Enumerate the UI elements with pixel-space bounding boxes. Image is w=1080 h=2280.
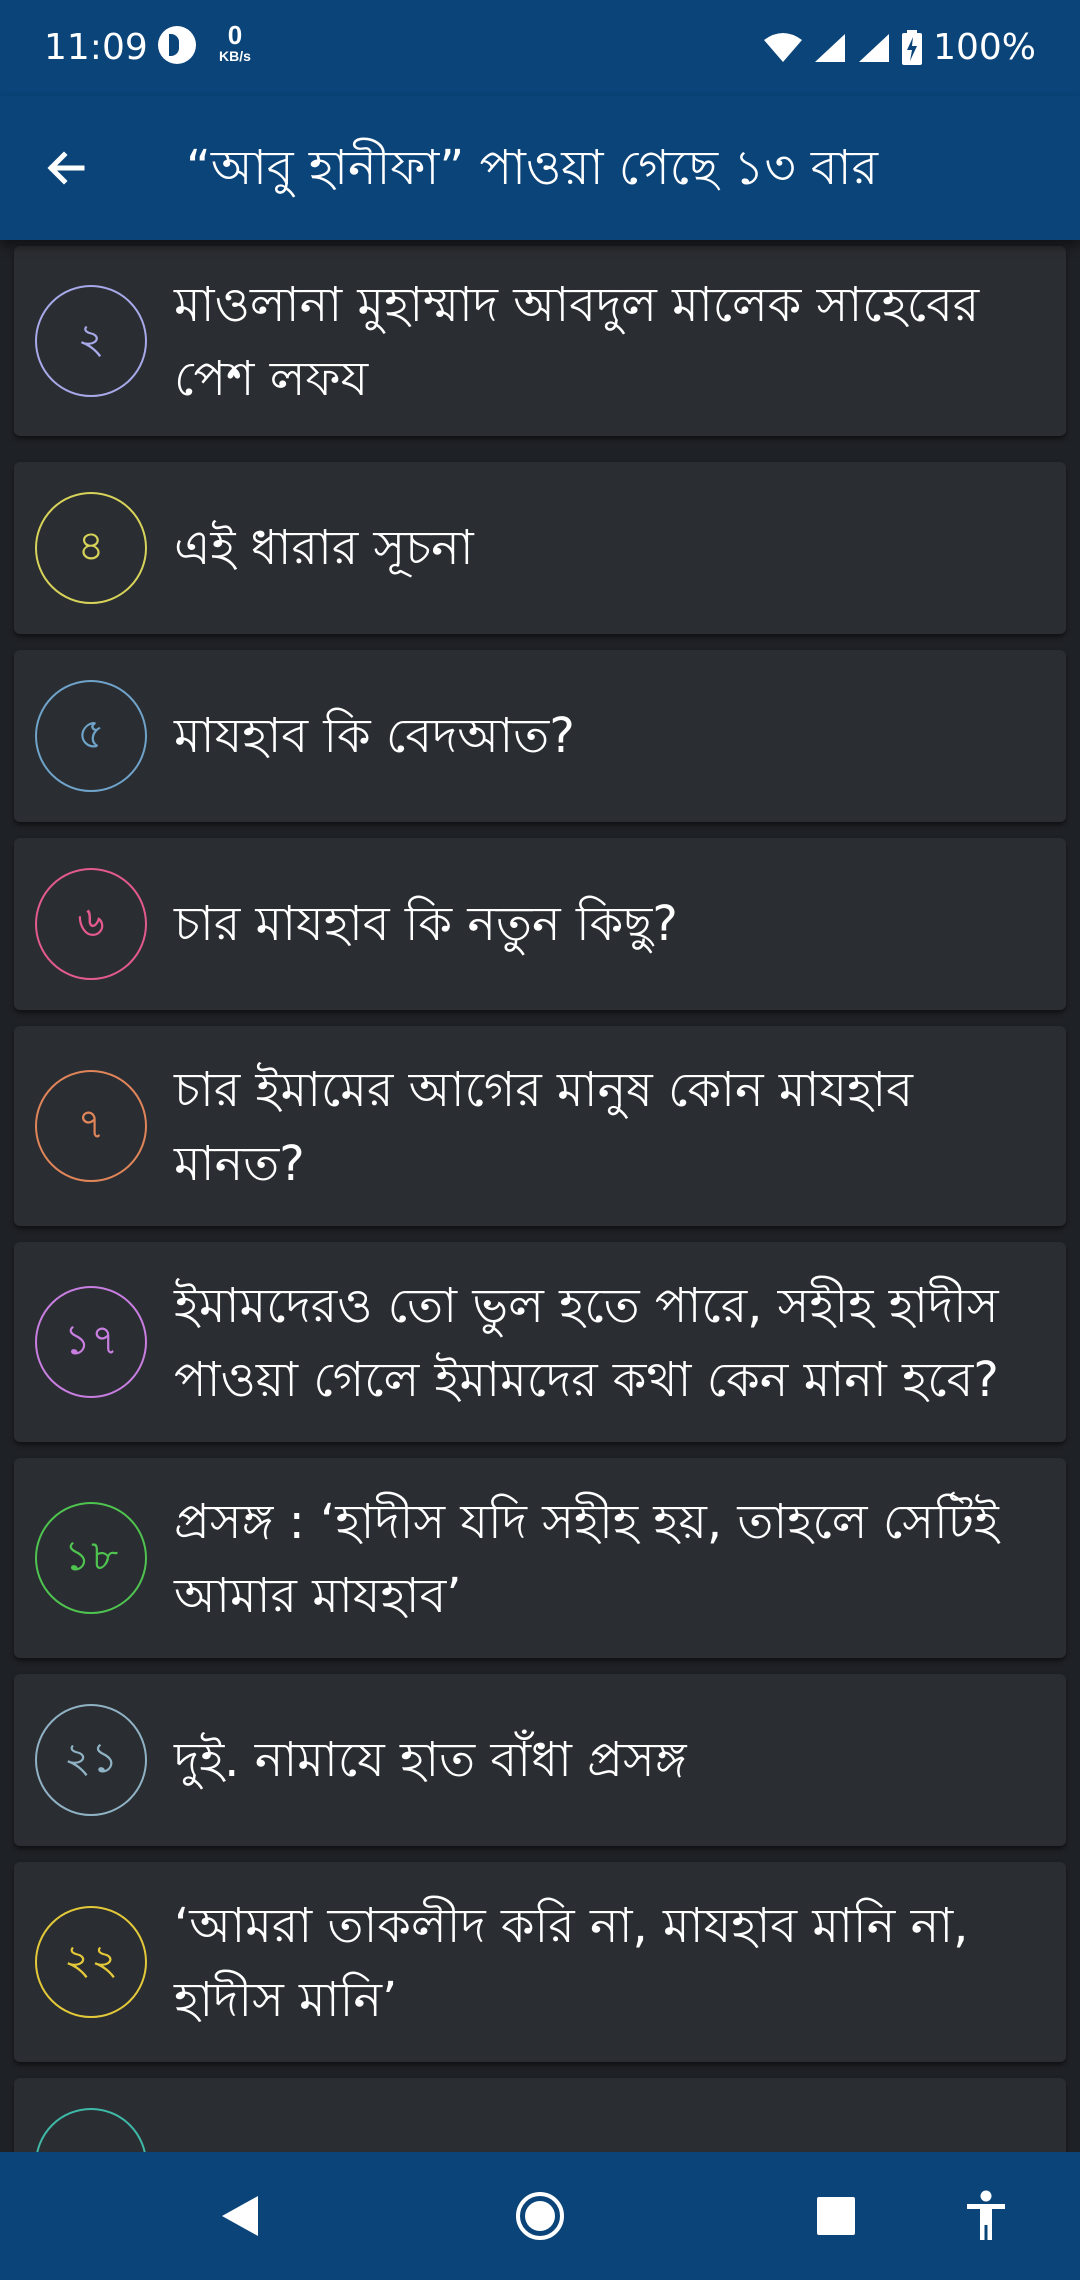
signal-icon xyxy=(815,34,846,62)
result-number-badge: ১৭ xyxy=(35,1286,147,1398)
triangle-back-icon xyxy=(222,2196,258,2236)
result-title: মাওলানা মুহাম্মাদ আবদুল মালেক সাহেবের পে… xyxy=(174,277,980,407)
accessibility-icon xyxy=(967,2190,1005,2240)
signal-icon-2 xyxy=(859,34,890,62)
nav-recents-button[interactable] xyxy=(796,2176,876,2256)
page-title: “আবু হানীফা” পাওয়া গেছে ১৩ বার xyxy=(186,140,878,196)
result-item[interactable]: ১৭ ইমামদেরও তো ভুল হতে পারে, সহীহ হাদীস … xyxy=(14,1242,1066,1442)
nav-home-button[interactable] xyxy=(500,2176,580,2256)
app-notification-icon xyxy=(158,26,196,64)
result-number-badge: ২২ xyxy=(35,1906,147,2018)
result-number-badge: ১৮ xyxy=(35,1502,147,1614)
wifi-icon xyxy=(764,33,803,62)
result-item[interactable]: ৫ মাযহাব কি বেদআত? xyxy=(14,650,1066,822)
result-item[interactable]: ২২ ‘আমরা তাকলীদ করি না, মাযহাব মানি না, … xyxy=(14,1862,1066,2062)
result-item[interactable]: ২ মাওলানা মুহাম্মাদ আবদুল মালেক সাহেবের … xyxy=(14,246,1066,436)
status-time: 11:09 xyxy=(44,27,148,68)
result-title: চার ইমামের আগের মানুষ কোন মাযহাব মানত? xyxy=(174,1062,913,1192)
network-speed: 0 KB/s xyxy=(210,22,260,64)
nav-back-button[interactable] xyxy=(200,2176,280,2256)
result-title: চার মাযহাব কি নতুন কিছু? xyxy=(174,896,678,952)
result-title: ‘আমরা তাকলীদ করি না, মাযহাব মানি না, হাদ… xyxy=(174,1898,969,2028)
result-item[interactable]: ১৮ প্রসঙ্গ : ‘হাদীস যদি সহীহ হয়, তাহলে … xyxy=(14,1458,1066,1658)
result-item[interactable]: ৭ চার ইমামের আগের মানুষ কোন মাযহাব মানত? xyxy=(14,1026,1066,1226)
result-number-badge xyxy=(35,2108,147,2152)
network-speed-value: 0 xyxy=(227,20,243,50)
result-item[interactable]: ৪ এই ধারার সূচনা xyxy=(14,462,1066,634)
result-item[interactable]: ৬ চার মাযহাব কি নতুন কিছু? xyxy=(14,838,1066,1010)
square-recents-icon xyxy=(817,2197,855,2235)
result-number-badge: ৪ xyxy=(35,492,147,604)
result-item[interactable]: ২১ দুই. নামাযে হাত বাঁধা প্রসঙ্গ xyxy=(14,1674,1066,1846)
result-title: এই ধারার সূচনা xyxy=(174,520,474,576)
result-number-badge: ৭ xyxy=(35,1070,147,1182)
system-nav-bar xyxy=(0,2152,1080,2280)
result-title: দুই. নামাযে হাত বাঁধা প্রসঙ্গ xyxy=(174,1732,687,1788)
back-button[interactable] xyxy=(30,132,102,204)
result-title: ইমামদেরও তো ভুল হতে পারে, সহীহ হাদীস পাও… xyxy=(174,1278,999,1408)
result-title: প্রসঙ্গ : ‘হাদীস যদি সহীহ হয়, তাহলে সেট… xyxy=(174,1494,999,1624)
arrow-left-icon xyxy=(47,151,85,185)
accessibility-button[interactable] xyxy=(946,2176,1026,2256)
result-number-badge: ৬ xyxy=(35,868,147,980)
result-title: মাযহাব কি বেদআত? xyxy=(174,708,575,764)
status-indicators: 100% xyxy=(763,22,1036,74)
network-speed-unit: KB/s xyxy=(219,48,251,64)
result-number-badge: ২১ xyxy=(35,1704,147,1816)
battery-percent: 100% xyxy=(933,27,1036,68)
circle-home-icon xyxy=(516,2192,564,2240)
result-number-badge: ৫ xyxy=(35,680,147,792)
status-bar: 11:09 0 KB/s 100% xyxy=(0,0,1080,96)
search-results-list[interactable]: ২ মাওলানা মুহাম্মাদ আবদুল মালেক সাহেবের … xyxy=(0,240,1080,2152)
screen: 11:09 0 KB/s 100% “আবু হানীফা” পাওয়া গে… xyxy=(0,0,1080,2280)
result-item[interactable] xyxy=(14,2078,1066,2152)
battery-charging-icon xyxy=(902,30,923,65)
result-number-badge: ২ xyxy=(35,285,147,397)
app-bar: “আবু হানীফা” পাওয়া গেছে ১৩ বার xyxy=(0,96,1080,240)
